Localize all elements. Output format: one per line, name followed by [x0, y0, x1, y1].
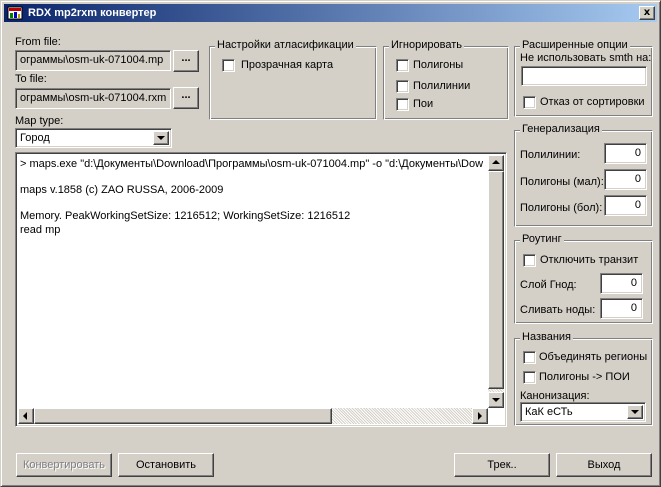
- canon-label: Канонизация:: [520, 390, 590, 402]
- gen-polylines-value: 0: [634, 147, 641, 159]
- exit-button[interactable]: Выход: [556, 453, 652, 477]
- to-file-browse-label: ...: [181, 89, 191, 101]
- chevron-down-icon[interactable]: [153, 131, 169, 145]
- to-file-browse-button[interactable]: ...: [173, 87, 199, 109]
- smth-input[interactable]: [521, 66, 647, 86]
- to-file-value: ограммы\osm-uk-071004.rxm: [20, 92, 167, 104]
- no-sort-label: Отказ от сортировки: [540, 96, 645, 108]
- log-line: > maps.exe "d:\Документы\Download\Програ…: [20, 158, 484, 170]
- gen-polygons-small-value: 0: [634, 173, 641, 185]
- exit-button-label: Выход: [587, 459, 621, 471]
- convert-button[interactable]: Конвертировать: [16, 453, 112, 477]
- transparent-map-label: Прозрачная карта: [241, 59, 334, 71]
- stop-button[interactable]: Остановить: [118, 453, 214, 477]
- gen-polygons-large-value: 0: [634, 199, 641, 211]
- polygons-poi-label: Полигоны -> ПОИ: [539, 371, 630, 383]
- canon-value: КаК еСТь: [525, 406, 573, 418]
- gen-polygons-large-label: Полигоны (бол):: [520, 202, 603, 214]
- from-file-field[interactable]: ограммы\osm-uk-071004.mp: [15, 50, 171, 71]
- gen-polygons-small-label: Полигоны (мал):: [520, 176, 604, 188]
- log-area[interactable]: > maps.exe "d:\Документы\Download\Програ…: [15, 152, 507, 427]
- vertical-scroll-thumb[interactable]: [488, 171, 504, 389]
- gen-polygons-large-input[interactable]: 0: [604, 195, 647, 216]
- merge-regions-label: Объединять регионы: [539, 351, 648, 363]
- ignore-poi-label: Пои: [413, 98, 434, 110]
- app-icon: [7, 6, 23, 20]
- track-button[interactable]: Трек..: [454, 453, 550, 477]
- ignore-polylines-checkbox[interactable]: [396, 80, 409, 93]
- layer-input[interactable]: 0: [600, 273, 643, 294]
- disable-transit-checkbox[interactable]: [523, 254, 536, 267]
- generalization-title: Генерализация: [520, 123, 602, 135]
- gen-polylines-input[interactable]: 0: [604, 143, 647, 164]
- to-file-field[interactable]: ограммы\osm-uk-071004.rxm: [15, 88, 171, 109]
- merge-nodes-label: Сливать ноды:: [520, 304, 596, 316]
- scroll-up-icon[interactable]: [488, 155, 504, 171]
- map-type-label: Map type:: [15, 115, 64, 127]
- from-file-value: ограммы\osm-uk-071004.mp: [20, 54, 164, 66]
- merge-regions-checkbox[interactable]: [523, 351, 536, 364]
- map-type-value: Город: [20, 132, 50, 144]
- scroll-right-icon[interactable]: [472, 408, 488, 424]
- convert-button-label: Конвертировать: [22, 459, 106, 471]
- no-sort-checkbox[interactable]: [523, 96, 536, 109]
- main-window: RDX mp2rxm конвертер x From file: ограмм…: [0, 0, 661, 487]
- atlas-settings-group: Настройки атласификации Прозрачная карта: [209, 39, 377, 120]
- close-button[interactable]: x: [639, 6, 655, 20]
- horizontal-scroll-thumb[interactable]: [34, 408, 332, 424]
- gen-polylines-label: Полилинии:: [520, 149, 581, 161]
- gen-polygons-small-input[interactable]: 0: [604, 169, 647, 190]
- names-group: Названия Объединять регионы Полигоны -> …: [514, 331, 653, 426]
- ignore-polygons-label: Полигоны: [413, 59, 464, 71]
- layer-value: 0: [630, 277, 637, 289]
- ignore-poi-checkbox[interactable]: [396, 98, 409, 111]
- advanced-options-title: Расширенные опции: [520, 39, 630, 51]
- names-title: Названия: [520, 331, 573, 343]
- polygons-poi-checkbox[interactable]: [523, 371, 536, 384]
- title-bar[interactable]: RDX mp2rxm конвертер x: [4, 4, 657, 22]
- layer-label: Слой Гнод:: [520, 279, 577, 291]
- canon-select[interactable]: КаК еСТь: [520, 402, 646, 422]
- close-icon: x: [643, 7, 651, 18]
- ignore-polylines-label: Полилинии: [413, 80, 471, 92]
- merge-nodes-input[interactable]: 0: [600, 298, 643, 319]
- advanced-options-group: Расширенные опции Не использовать smth н…: [514, 39, 653, 117]
- from-file-browse-label: ...: [181, 52, 191, 64]
- routing-group: Роутинг Отключить транзит Слой Гнод: 0 С…: [514, 233, 653, 324]
- atlas-settings-title: Настройки атласификации: [215, 39, 356, 51]
- scroll-left-icon[interactable]: [18, 408, 34, 424]
- ignore-group: Игнорировать Полигоны Полилинии Пои: [383, 39, 509, 120]
- to-file-label: To file:: [15, 73, 47, 85]
- scroll-down-icon[interactable]: [488, 392, 504, 408]
- log-line: read mp: [20, 224, 61, 236]
- merge-nodes-value: 0: [630, 302, 637, 314]
- map-type-select[interactable]: Город: [15, 128, 172, 148]
- transparent-map-checkbox[interactable]: [222, 59, 235, 72]
- stop-button-label: Остановить: [135, 459, 197, 471]
- disable-transit-label: Отключить транзит: [540, 254, 639, 266]
- ignore-polygons-checkbox[interactable]: [396, 59, 409, 72]
- smth-label: Не использовать smth на:: [520, 52, 652, 64]
- track-button-label: Трек..: [487, 459, 517, 471]
- ignore-title: Игнорировать: [389, 39, 464, 51]
- from-file-browse-button[interactable]: ...: [173, 50, 199, 72]
- generalization-group: Генерализация Полилинии: 0 Полигоны (мал…: [514, 123, 653, 227]
- window-title: RDX mp2rxm конвертер: [28, 7, 157, 19]
- from-file-label: From file:: [15, 36, 61, 48]
- log-line: maps v.1858 (c) ZAO RUSSA, 2006-2009: [20, 184, 224, 196]
- routing-title: Роутинг: [520, 233, 564, 245]
- log-line: Memory. PeakWorkingSetSize: 1216512; Wor…: [20, 210, 351, 222]
- chevron-down-icon[interactable]: [627, 405, 643, 419]
